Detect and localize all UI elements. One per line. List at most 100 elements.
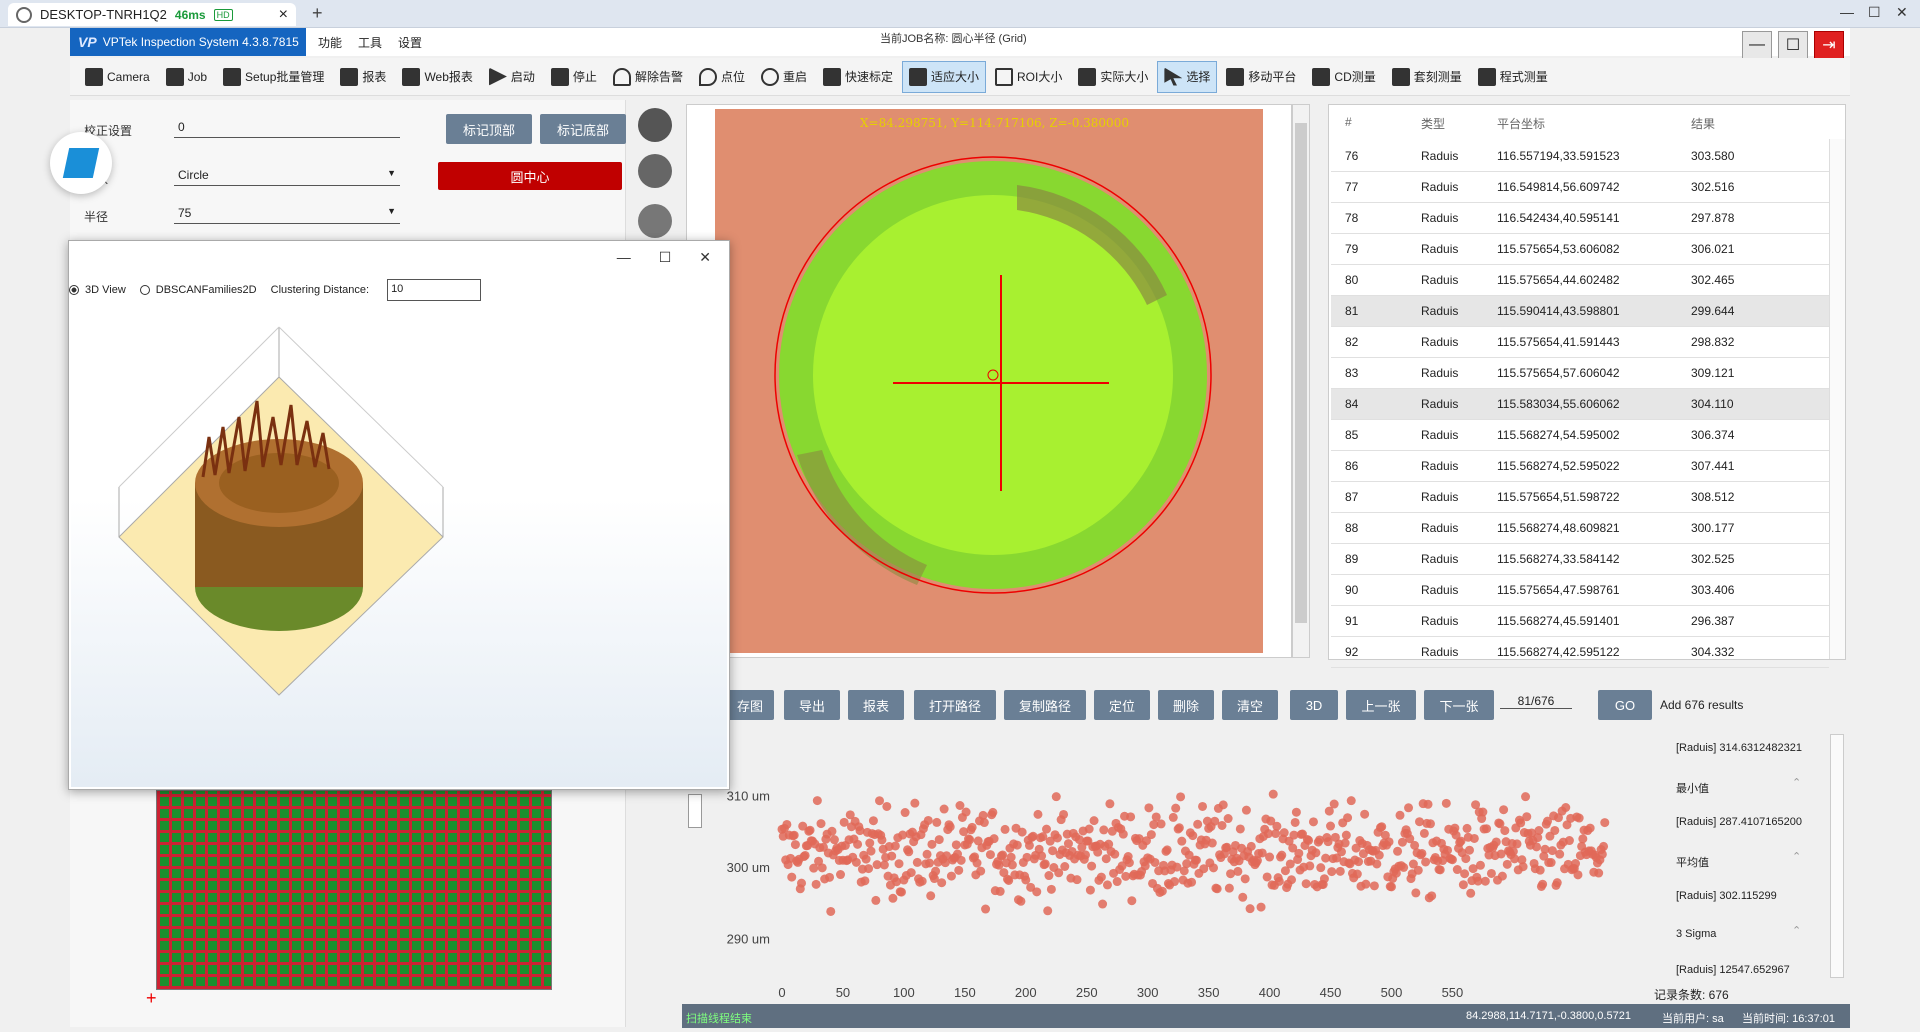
app-maximize-button[interactable]: ☐: [1778, 31, 1808, 59]
minimize-icon[interactable]: —: [617, 249, 631, 265]
clear-button[interactable]: 清空: [1222, 690, 1278, 720]
radio-dbscan[interactable]: [139, 285, 150, 295]
report-button[interactable]: 报表: [848, 690, 904, 720]
stats-scrollbar[interactable]: [1830, 734, 1844, 978]
stop-button[interactable]: 停止: [544, 61, 604, 93]
app-minimize-button[interactable]: —: [1742, 31, 1772, 59]
point-button[interactable]: 点位: [692, 61, 752, 93]
delete-button[interactable]: 删除: [1158, 690, 1214, 720]
3d-button[interactable]: 3D: [1290, 690, 1338, 720]
report-button[interactable]: 报表: [333, 61, 393, 93]
camera-button[interactable]: Camera: [78, 61, 157, 93]
table-row[interactable]: 82 Raduis 115.575654,41.591443 298.832: [1331, 327, 1829, 358]
cluster-distance-input[interactable]: 10: [387, 279, 482, 301]
scatter-point: [1561, 803, 1571, 813]
clear-alarm-button[interactable]: 解除告警: [606, 61, 690, 93]
move-stage-button[interactable]: 移动平台: [1219, 61, 1303, 93]
locate-button[interactable]: 定位: [1094, 690, 1150, 720]
select-button[interactable]: 选择: [1157, 60, 1218, 93]
table-row[interactable]: 91 Raduis 115.568274,45.591401 296.387: [1331, 606, 1829, 637]
calibration-input[interactable]: 0: [174, 118, 400, 138]
scatter-point: [1042, 824, 1052, 834]
remote-session-tab[interactable]: DESKTOP-TNRH1Q2 46ms HD ×: [8, 3, 296, 26]
scroll-thumb[interactable]: [1295, 123, 1307, 623]
min-label: 最小值: [1676, 783, 1709, 795]
table-scrollbar[interactable]: [1829, 139, 1845, 659]
open-path-button[interactable]: 打开路径: [914, 690, 996, 720]
floating-assistant-button[interactable]: [50, 132, 112, 194]
grid-settings-icon[interactable]: [638, 204, 672, 238]
remote-minimize-icon[interactable]: —: [1840, 4, 1854, 20]
mark-top-button[interactable]: 标记顶部: [446, 114, 532, 144]
fit-size-button[interactable]: 适应大小: [902, 60, 987, 93]
collapse-icon[interactable]: ⌃: [1792, 924, 1801, 937]
restart-button[interactable]: 重启: [754, 61, 814, 93]
menu-function[interactable]: 功能: [318, 34, 342, 51]
cd-measure-button[interactable]: CD测量: [1305, 61, 1382, 93]
actual-size-button[interactable]: 实际大小: [1071, 61, 1155, 93]
table-row[interactable]: 79 Raduis 115.575654,53.606082 306.021: [1331, 234, 1829, 265]
row-index: 84: [1345, 397, 1359, 411]
copy-path-button[interactable]: 复制路径: [1004, 690, 1086, 720]
table-row[interactable]: 86 Raduis 115.568274,52.595022 307.441: [1331, 451, 1829, 482]
table-row[interactable]: 76 Raduis 116.557194,33.591523 303.580: [1331, 141, 1829, 172]
remote-close-icon[interactable]: ✕: [1896, 4, 1908, 21]
shape-select[interactable]: Circle ▼: [174, 166, 400, 186]
next-button[interactable]: 下一张: [1424, 690, 1494, 720]
page-counter[interactable]: 81/676: [1500, 694, 1572, 709]
mark-bottom-button[interactable]: 标记底部: [540, 114, 626, 144]
table-row[interactable]: 81 Raduis 115.590414,43.598801 299.644: [1331, 296, 1829, 327]
row-coords: 115.575654,51.598722: [1497, 490, 1620, 504]
prev-button[interactable]: 上一张: [1346, 690, 1416, 720]
table-row[interactable]: 92 Raduis 115.568274,42.595122 304.332: [1331, 637, 1829, 668]
export-button[interactable]: 导出: [784, 690, 840, 720]
chart-side-tab[interactable]: [688, 794, 702, 828]
table-row[interactable]: 77 Raduis 116.549814,56.609742 302.516: [1331, 172, 1829, 203]
menu-settings[interactable]: 设置: [398, 34, 422, 51]
overlay-measure-button[interactable]: 套刻测量: [1385, 61, 1469, 93]
x-tick-label: 250: [1076, 985, 1098, 1000]
close-icon[interactable]: ✕: [699, 249, 711, 266]
table-row[interactable]: 87 Raduis 115.575654,51.598722 308.512: [1331, 482, 1829, 513]
table-row[interactable]: 80 Raduis 115.575654,44.602482 302.465: [1331, 265, 1829, 296]
job-button[interactable]: Job: [159, 61, 214, 93]
start-button[interactable]: 启动: [482, 61, 542, 93]
close-tab-icon[interactable]: ×: [279, 6, 288, 24]
web-report-button[interactable]: Web报表: [395, 61, 479, 93]
image-scrollbar[interactable]: [1292, 104, 1310, 658]
maximize-icon[interactable]: ☐: [659, 249, 672, 266]
new-tab-icon[interactable]: +: [312, 3, 323, 24]
collapse-icon[interactable]: ⌃: [1792, 776, 1801, 789]
table-row[interactable]: 84 Raduis 115.583034,55.606062 304.110: [1331, 389, 1829, 420]
roi-size-button[interactable]: ROI大小: [988, 61, 1069, 93]
3d-view-window[interactable]: — ☐ ✕ 3D View DBSCANFamilies2D Clusterin…: [68, 240, 730, 790]
table-row[interactable]: 89 Raduis 115.568274,33.584142 302.525: [1331, 544, 1829, 575]
bell-off-icon: [612, 67, 631, 86]
radius-select[interactable]: 75 ▼: [174, 204, 400, 224]
row-result: 302.525: [1691, 552, 1735, 566]
remote-maximize-icon[interactable]: ☐: [1868, 4, 1881, 21]
snapshot-camera-icon[interactable]: [638, 108, 672, 142]
app-exit-button[interactable]: ⇥: [1814, 31, 1844, 59]
circle-center-button[interactable]: 圆中心: [438, 162, 622, 190]
scatter-point: [1290, 817, 1300, 827]
collapse-icon[interactable]: ⌃: [1792, 850, 1801, 863]
radio-3d-view[interactable]: [69, 285, 79, 295]
table-row[interactable]: 88 Raduis 115.568274,48.609821 300.177: [1331, 513, 1829, 544]
table-row[interactable]: 78 Raduis 116.542434,40.595141 297.878: [1331, 203, 1829, 234]
quick-calibrate-button[interactable]: 快速标定: [816, 61, 900, 93]
grid-globe-icon[interactable]: [638, 154, 672, 188]
wafer-grid-map[interactable]: [156, 790, 552, 990]
3d-surface-plot[interactable]: [71, 307, 727, 787]
menu-tools[interactable]: 工具: [358, 34, 382, 51]
go-button[interactable]: GO: [1598, 690, 1652, 720]
table-row[interactable]: 83 Raduis 115.575654,57.606042 309.121: [1331, 358, 1829, 389]
camera-image-view[interactable]: [686, 104, 1292, 658]
save-image-button[interactable]: 存图: [726, 690, 774, 720]
setup-batch-button[interactable]: Setup批量管理: [216, 61, 331, 93]
table-row[interactable]: 90 Raduis 115.575654,47.598761 303.406: [1331, 575, 1829, 606]
scatter-point: [972, 858, 982, 868]
program-measure-button[interactable]: 程式测量: [1471, 61, 1555, 93]
table-row[interactable]: 85 Raduis 115.568274,54.595002 306.374: [1331, 420, 1829, 451]
scatter-point: [1522, 812, 1532, 822]
